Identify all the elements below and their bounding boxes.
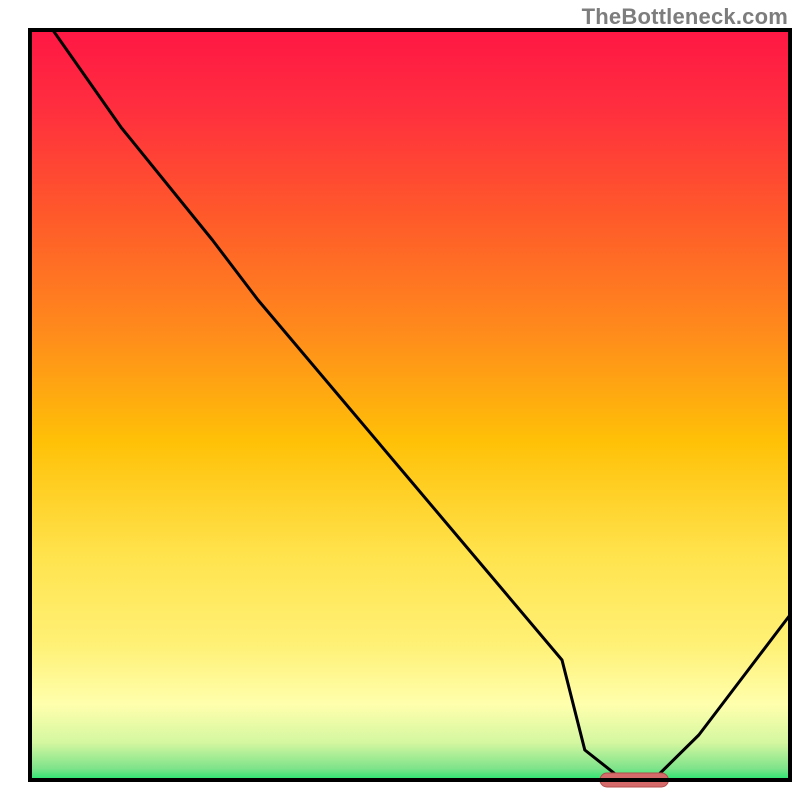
watermark-text: TheBottleneck.com: [582, 4, 788, 30]
gradient-background: [30, 30, 790, 780]
bottleneck-chart: [0, 0, 800, 800]
chart-container: TheBottleneck.com: [0, 0, 800, 800]
